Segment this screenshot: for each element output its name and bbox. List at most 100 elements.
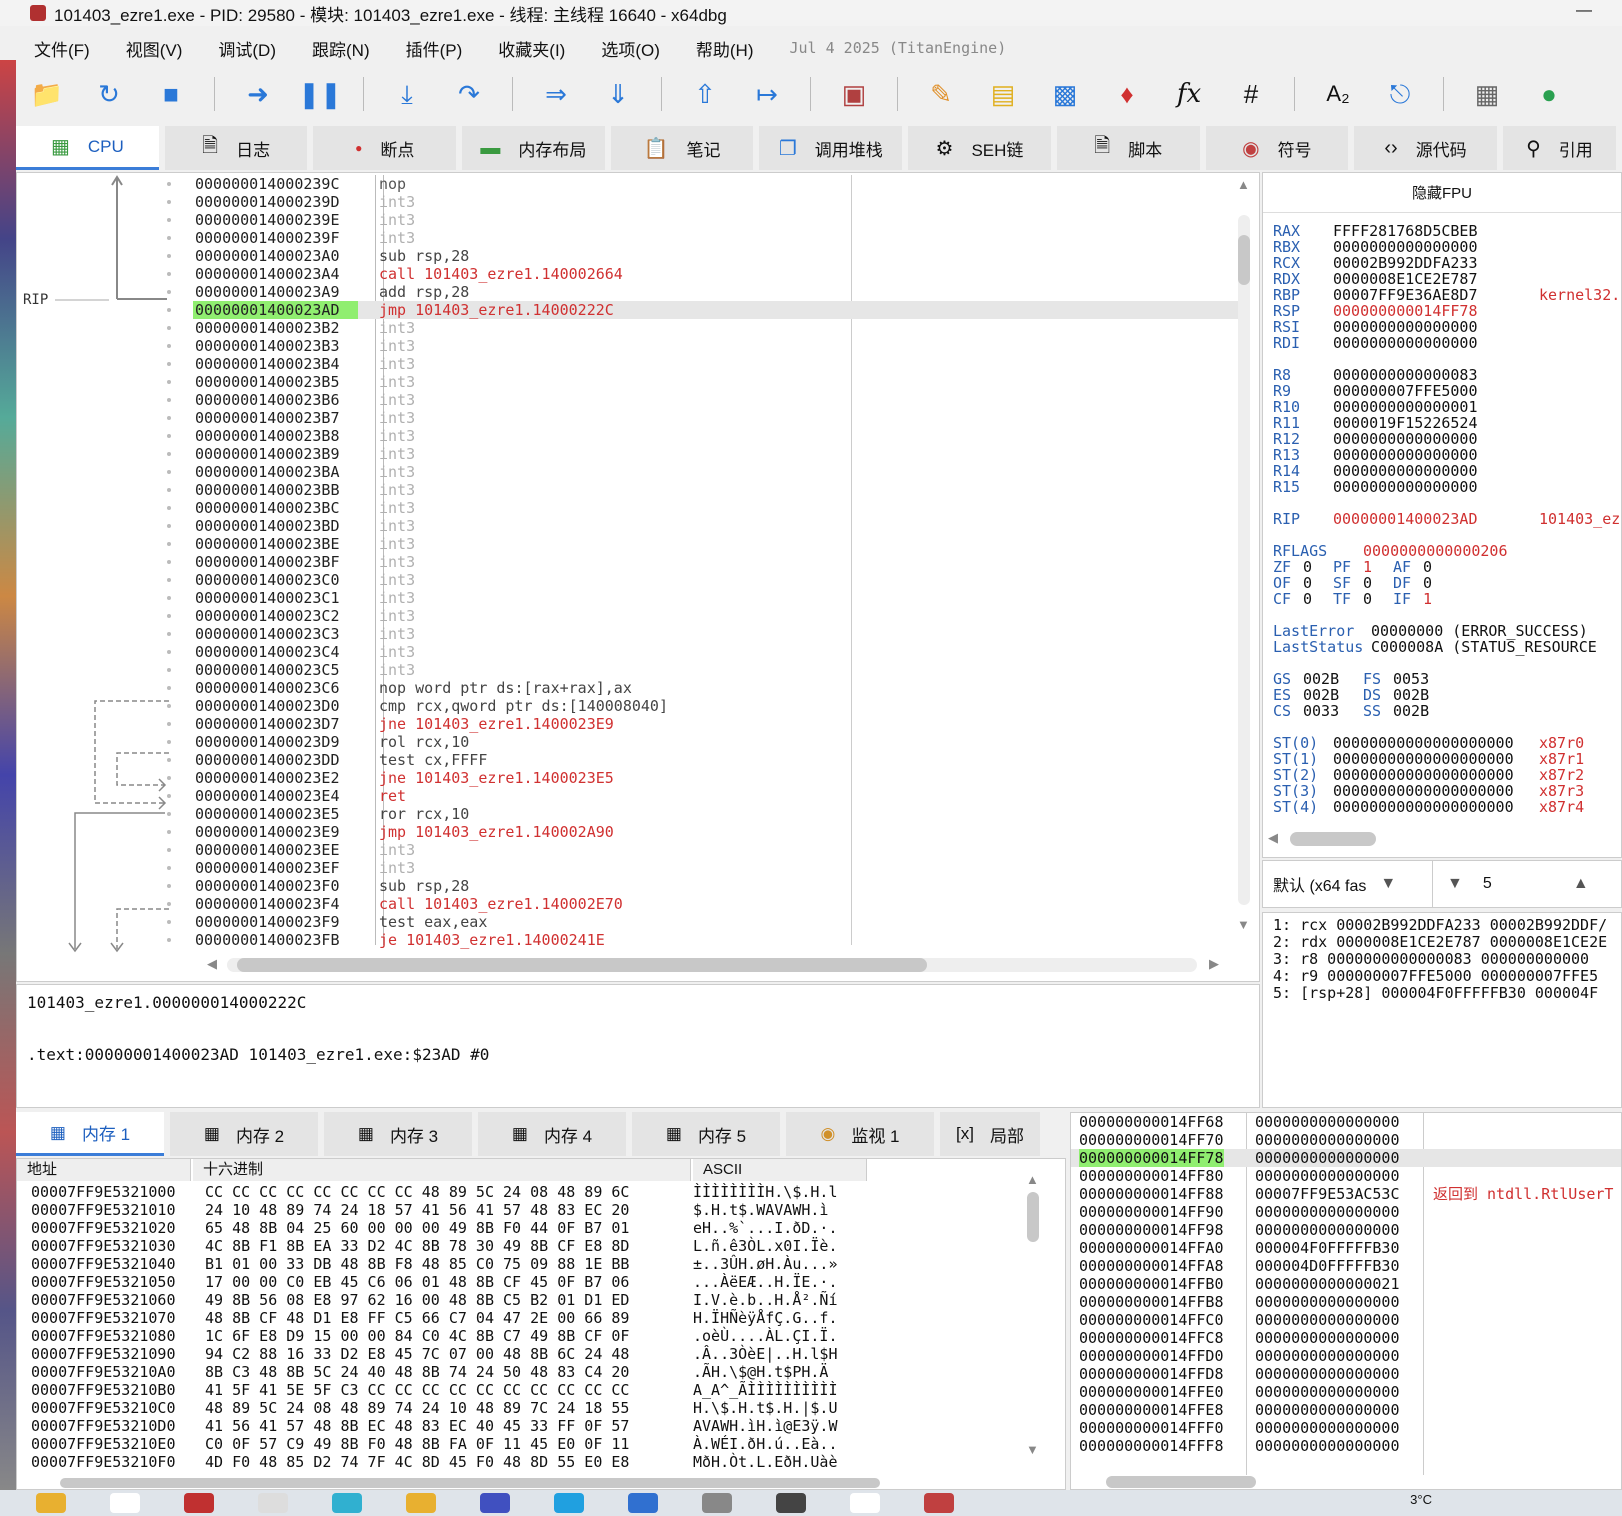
disasm-row[interactable]: 00000001400023E5 ror rcx,10 <box>193 805 1243 823</box>
register-row[interactable]: CS 0033 SS 002B <box>1273 703 1620 719</box>
register-row[interactable] <box>1273 351 1620 367</box>
breakpoint-dot[interactable] <box>167 578 171 582</box>
info-pane[interactable]: 101403_ezre1.000000014000222C .text:0000… <box>16 984 1260 1108</box>
comment-icon[interactable]: ▤ <box>984 75 1022 113</box>
breakpoint-dot[interactable] <box>167 326 171 330</box>
register-row[interactable]: RCX 00002B992DDFA233 <box>1273 255 1620 271</box>
disasm-row[interactable]: 000000014000239D int3 <box>193 193 1243 211</box>
function-icon[interactable]: fx <box>1170 75 1208 113</box>
register-row[interactable]: ST(0) 00000000000000000000 x87r0 <box>1273 735 1620 751</box>
dump-row[interactable]: 00007FF9E53210A0 8B C3 48 8B 5C 24 40 48 … <box>17 1363 1027 1381</box>
register-row[interactable]: ST(1) 00000000000000000000 x87r1 <box>1273 751 1620 767</box>
open-icon[interactable]: 📁 <box>28 75 66 113</box>
register-row[interactable]: ST(2) 00000000000000000000 x87r2 <box>1273 767 1620 783</box>
step-into-icon[interactable]: ⤓ <box>388 75 426 113</box>
register-row[interactable]: RDX 0000008E1CE2E787 <box>1273 271 1620 287</box>
breakpoint-dot[interactable] <box>167 416 171 420</box>
menu-debug[interactable]: 调试(D) <box>200 36 294 61</box>
stop-icon[interactable]: ■ <box>152 75 190 113</box>
breakpoint-dot[interactable] <box>167 542 171 546</box>
disasm-row[interactable]: 000000014000239C nop <box>193 175 1243 193</box>
register-row[interactable]: R10 0000000000000001 <box>1273 399 1620 415</box>
breakpoint-dot[interactable] <box>167 560 171 564</box>
flag-row[interactable]: ZF 0 PF 1 AF 0 <box>1273 559 1620 575</box>
breakpoint-dot[interactable] <box>167 524 171 528</box>
scroll-up-icon[interactable]: ▲ <box>1026 1172 1039 1187</box>
stack-row[interactable]: 000000000014FFF0 0000000000000000 <box>1071 1419 1621 1437</box>
breakpoint-dot[interactable] <box>167 200 171 204</box>
dump-row[interactable]: 00007FF9E5321070 48 8B CF 48 D1 E8 FF C5 … <box>17 1309 1027 1327</box>
breakpoint-dot[interactable] <box>167 398 171 402</box>
register-row[interactable] <box>1273 527 1620 543</box>
taskbar-app-icon[interactable] <box>36 1493 66 1513</box>
disasm-row[interactable]: 00000001400023A4 call 101403_ezre1.140002… <box>193 265 1243 283</box>
taskbar-app-icon[interactable] <box>554 1493 584 1513</box>
tab-references[interactable]: ⚲ 引用 <box>1502 126 1616 170</box>
disasm-row[interactable]: 00000001400023B7 int3 <box>193 409 1243 427</box>
stack-row[interactable]: 000000000014FFA8 000004D0FFFFFB30 <box>1071 1257 1621 1275</box>
breakpoint-dot[interactable] <box>167 830 171 834</box>
dump-row[interactable]: 00007FF9E53210D0 41 56 41 57 48 8B EC 48 … <box>17 1417 1027 1435</box>
breakpoint-dot[interactable] <box>167 218 171 222</box>
flag-row[interactable]: OF 0 SF 0 DF 0 <box>1273 575 1620 591</box>
taskbar-app-icon[interactable] <box>850 1493 880 1513</box>
register-row[interactable]: RDI 0000000000000000 <box>1273 335 1620 351</box>
find-icon[interactable]: ⎋ <box>1381 75 1419 113</box>
disasm-row[interactable]: 00000001400023DD test cx,FFFF <box>193 751 1243 769</box>
breakpoint-dot[interactable] <box>167 866 171 870</box>
disasm-row[interactable]: 00000001400023BF int3 <box>193 553 1243 571</box>
register-row[interactable]: R14 0000000000000000 <box>1273 463 1620 479</box>
script-icon[interactable]: ▣ <box>835 75 873 113</box>
breakpoint-dot[interactable] <box>167 758 171 762</box>
menu-favourites[interactable]: 收藏夹(I) <box>480 36 583 61</box>
pause-icon[interactable]: ❚❚ <box>298 75 342 113</box>
stack-row[interactable]: 000000000014FF98 0000000000000000 <box>1071 1221 1621 1239</box>
register-row[interactable]: R11 0000019F15226524 <box>1273 415 1620 431</box>
breakpoint-dot[interactable] <box>167 812 171 816</box>
disasm-row[interactable]: 00000001400023BE int3 <box>193 535 1243 553</box>
menu-options[interactable]: 选项(O) <box>583 36 678 61</box>
dump-row[interactable]: 00007FF9E5321080 1C 6F E8 D9 15 00 00 84 … <box>17 1327 1027 1345</box>
spacer[interactable] <box>1273 607 1620 623</box>
tab-watch-1[interactable]: ◉ 监视 1 <box>786 1112 934 1156</box>
register-row[interactable]: GS 002B FS 0053 <box>1273 671 1620 687</box>
disasm-row[interactable]: 00000001400023B3 int3 <box>193 337 1243 355</box>
stack-row[interactable]: 000000000014FF90 0000000000000000 <box>1071 1203 1621 1221</box>
register-row[interactable]: ES 002B DS 002B <box>1273 687 1620 703</box>
tab-memory-map[interactable]: ▬ 内存布局 <box>462 126 605 170</box>
argument-row[interactable]: 3: r8 0000000000000083 000000000000 <box>1273 951 1621 968</box>
dump-row[interactable]: 00007FF9E53210B0 41 5F 41 5E 5F C3 CC CC … <box>17 1381 1027 1399</box>
breakpoint-dot[interactable] <box>167 272 171 276</box>
breakpoint-dot[interactable] <box>167 794 171 798</box>
hash-icon[interactable]: # <box>1232 75 1270 113</box>
disassembly-list[interactable]: 000000014000239C nop 000000014000239D int3 0… <box>193 175 1243 955</box>
tab-log[interactable]: 🗎 日志 <box>164 126 308 170</box>
calculator-icon[interactable]: ▦ <box>1468 75 1506 113</box>
disasm-row[interactable]: 00000001400023EE int3 <box>193 841 1243 859</box>
breakpoint-dot[interactable] <box>167 434 171 438</box>
disasm-row[interactable]: 00000001400023F4 call 101403_ezre1.140002… <box>193 895 1243 913</box>
taskbar-app-icon[interactable] <box>406 1493 436 1513</box>
breakpoint-dot[interactable] <box>167 776 171 780</box>
stack-row[interactable]: 000000000014FFC8 0000000000000000 <box>1071 1329 1621 1347</box>
spacer[interactable] <box>1273 655 1620 671</box>
breakpoint-dot[interactable] <box>167 668 171 672</box>
menu-view[interactable]: 视图(V) <box>108 36 201 61</box>
taskbar-app-icon[interactable] <box>110 1493 140 1513</box>
breakpoint-dot[interactable] <box>167 938 171 942</box>
spacer[interactable] <box>1273 719 1620 735</box>
tab-script[interactable]: 🗎 脚本 <box>1056 126 1200 170</box>
disasm-row[interactable]: 000000014000239F int3 <box>193 229 1243 247</box>
argument-row[interactable]: 1: rcx 00002B992DDFA233 00002B992DDF/ <box>1273 917 1621 934</box>
disasm-row[interactable]: 00000001400023C2 int3 <box>193 607 1243 625</box>
dump-row[interactable]: 00007FF9E5321060 49 8B 56 08 E8 97 62 16 … <box>17 1291 1027 1309</box>
tab-locals[interactable]: [x] 局部 <box>940 1112 1040 1156</box>
breakpoint-dot[interactable] <box>167 884 171 888</box>
breakpoint-dot[interactable] <box>167 182 171 186</box>
taskbar-app-icon[interactable] <box>628 1493 658 1513</box>
breakpoint-dot[interactable] <box>167 740 171 744</box>
breakpoint-dot[interactable] <box>167 506 171 510</box>
stack-row[interactable]: 000000000014FFF8 0000000000000000 <box>1071 1437 1621 1455</box>
disasm-row[interactable]: 00000001400023C5 int3 <box>193 661 1243 679</box>
disasm-row[interactable]: 00000001400023B6 int3 <box>193 391 1243 409</box>
